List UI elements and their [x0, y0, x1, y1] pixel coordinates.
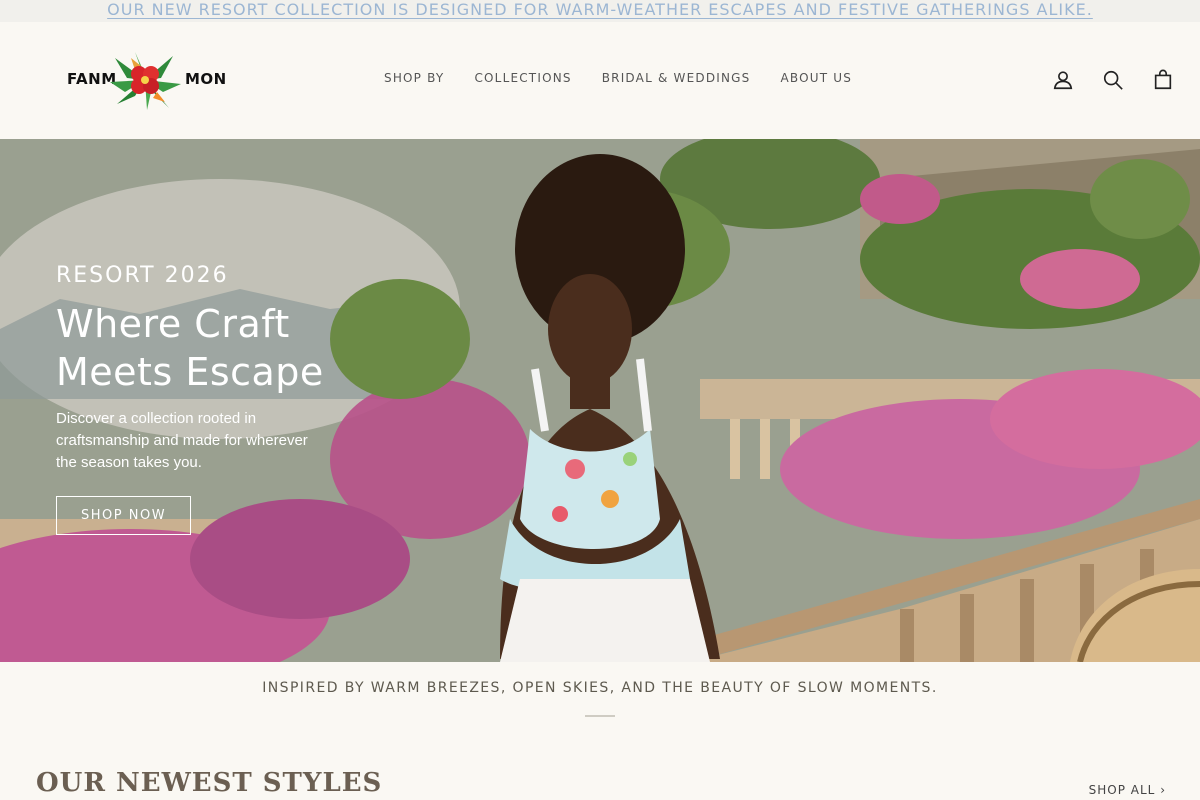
chevron-right-icon: › — [1160, 783, 1166, 797]
hero-eyebrow: RESORT 2026 — [56, 263, 229, 288]
header-icons — [1050, 67, 1176, 93]
hero-title: Where Craft Meets Escape — [56, 302, 324, 394]
announcement-link[interactable]: OUR NEW RESORT COLLECTION IS DESIGNED FO… — [107, 0, 1093, 19]
announcement-bar: OUR NEW RESORT COLLECTION IS DESIGNED FO… — [0, 0, 1200, 22]
cart-icon[interactable] — [1150, 67, 1176, 93]
hero-banner: RESORT 2026 Where Craft Meets Escape Dis… — [0, 139, 1200, 662]
shop-now-button[interactable]: SHOP NOW — [56, 496, 192, 535]
logo[interactable]: FANM MON — [67, 48, 227, 112]
nav-about-us[interactable]: ABOUT US — [781, 71, 853, 85]
site-header: FANM MON SHOP BY COLLECTIONS BRIDAL & WE… — [0, 22, 1200, 139]
shop-all-label: SHOP ALL — [1088, 783, 1156, 797]
shop-all-link[interactable]: SHOP ALL › — [1089, 783, 1166, 797]
hero-description: Discover a collection rooted in craftsma… — [56, 410, 308, 471]
tropical-flower-logo-icon — [110, 52, 181, 110]
section-title: OUR NEWEST STYLES — [36, 768, 383, 798]
nav-shop-by[interactable]: SHOP BY — [384, 71, 444, 85]
tagline-divider — [585, 715, 615, 717]
nav-bridal-weddings[interactable]: BRIDAL & WEDDINGS — [602, 71, 751, 85]
tagline: INSPIRED BY WARM BREEZES, OPEN SKIES, AN… — [262, 680, 938, 696]
logo-text-right: MON — [185, 70, 227, 88]
main-nav: SHOP BY COLLECTIONS BRIDAL & WEDDINGS AB… — [384, 71, 852, 85]
nav-collections[interactable]: COLLECTIONS — [474, 71, 571, 85]
search-icon[interactable] — [1100, 67, 1126, 93]
hero-caption: RESORT 2026 Where Craft Meets Escape Dis… — [56, 263, 356, 535]
account-icon[interactable] — [1050, 67, 1076, 93]
